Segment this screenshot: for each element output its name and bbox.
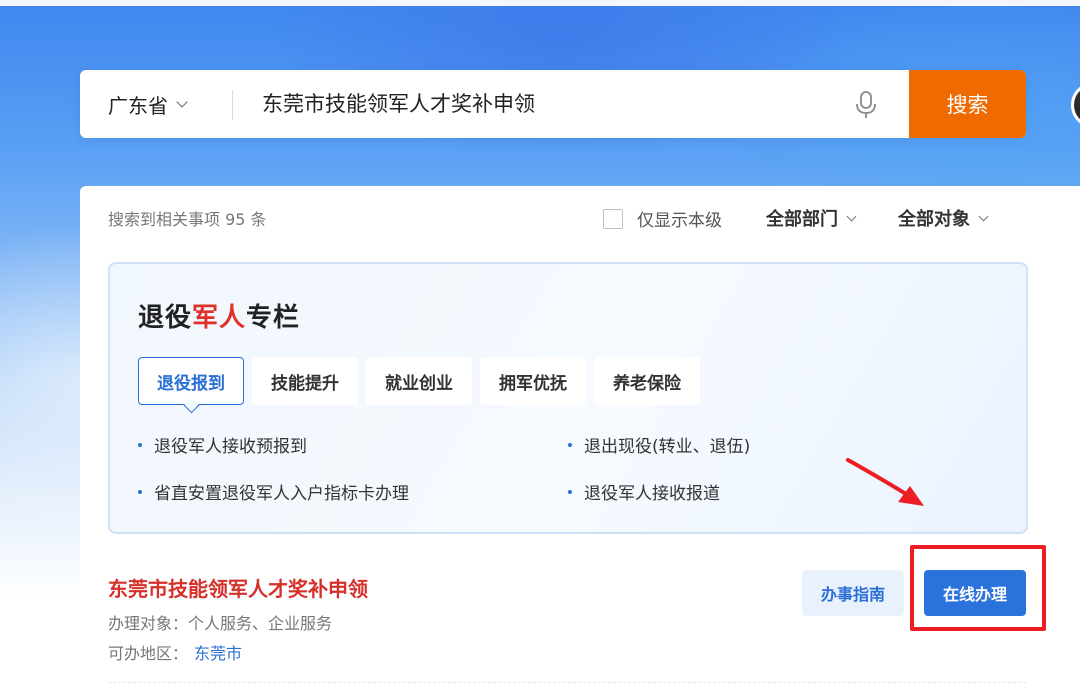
title-prefix: 退役 — [138, 303, 193, 333]
department-filter-label: 全部部门 — [766, 209, 838, 230]
link-label: 省直安置退役军人入户指标卡办理 — [154, 484, 409, 504]
region-selector[interactable]: 广东省 — [108, 70, 188, 138]
bullet-icon — [138, 489, 142, 494]
department-filter[interactable]: 全部部门 — [766, 205, 857, 231]
region-key: 可办地区： — [108, 644, 189, 663]
tab-employment[interactable]: 就业创业 — [366, 357, 472, 405]
result-count: 搜索到相关事项 95 条 — [108, 210, 267, 229]
veteran-panel-title: 退役军人专栏 — [138, 297, 300, 334]
link-label: 退役军人接收预报到 — [154, 437, 307, 457]
result-divider — [108, 682, 1026, 683]
chevron-down-icon — [176, 96, 188, 108]
avatar[interactable] — [1071, 82, 1080, 128]
result-region: 可办地区： 东莞市 — [108, 640, 242, 664]
microphone-icon[interactable] — [854, 90, 878, 120]
list-item[interactable]: 省直安置退役军人入户指标卡办理 — [138, 479, 409, 504]
guide-button[interactable]: 办事指南 — [802, 570, 904, 616]
tab-skill-upgrade[interactable]: 技能提升 — [252, 357, 358, 405]
arrow-annotation — [846, 458, 924, 506]
only-this-level-checkbox[interactable] — [603, 208, 623, 229]
title-highlight: 军人 — [192, 303, 247, 333]
only-this-level-toggle[interactable]: 仅显示本级 — [603, 206, 722, 231]
link-label: 退役军人接收报道 — [584, 484, 720, 504]
chevron-down-icon — [846, 211, 857, 221]
region-label: 广东省 — [108, 93, 168, 118]
top-strip — [0, 0, 1080, 6]
list-item[interactable]: 退役军人接收预报到 — [138, 432, 307, 457]
bullet-icon — [568, 442, 572, 447]
tab-pension-insurance[interactable]: 养老保险 — [594, 357, 700, 405]
highlight-box — [910, 545, 1046, 631]
result-title-link[interactable]: 东莞市技能领军人才奖补申领 — [108, 573, 368, 602]
list-item[interactable]: 退出现役(转业、退伍) — [568, 432, 750, 457]
search-button[interactable]: 搜索 — [909, 70, 1026, 138]
target-filter[interactable]: 全部对象 — [898, 205, 989, 231]
title-suffix: 专栏 — [246, 303, 301, 333]
result-target: 办理对象：个人服务、企业服务 — [108, 614, 333, 633]
tab-retire-report[interactable]: 退役报到 — [138, 357, 244, 405]
veteran-tabs: 退役报到 技能提升 就业创业 拥军优抚 养老保险 — [138, 357, 700, 405]
region-city-link[interactable]: 东莞市 — [194, 644, 242, 663]
bullet-icon — [568, 489, 572, 494]
tab-support-military[interactable]: 拥军优抚 — [480, 357, 586, 405]
list-item[interactable]: 退役军人接收报道 — [568, 479, 720, 504]
link-label: 退出现役(转业、退伍) — [584, 437, 751, 457]
search-divider — [232, 90, 233, 120]
bullet-icon — [138, 442, 142, 447]
search-bar: 广东省 东莞市技能领军人才奖补申领 搜索 — [80, 70, 1026, 138]
search-input[interactable]: 东莞市技能领军人才奖补申领 — [262, 70, 535, 138]
chevron-down-icon — [978, 211, 989, 221]
only-this-level-label: 仅显示本级 — [637, 211, 722, 231]
target-filter-label: 全部对象 — [898, 209, 970, 230]
